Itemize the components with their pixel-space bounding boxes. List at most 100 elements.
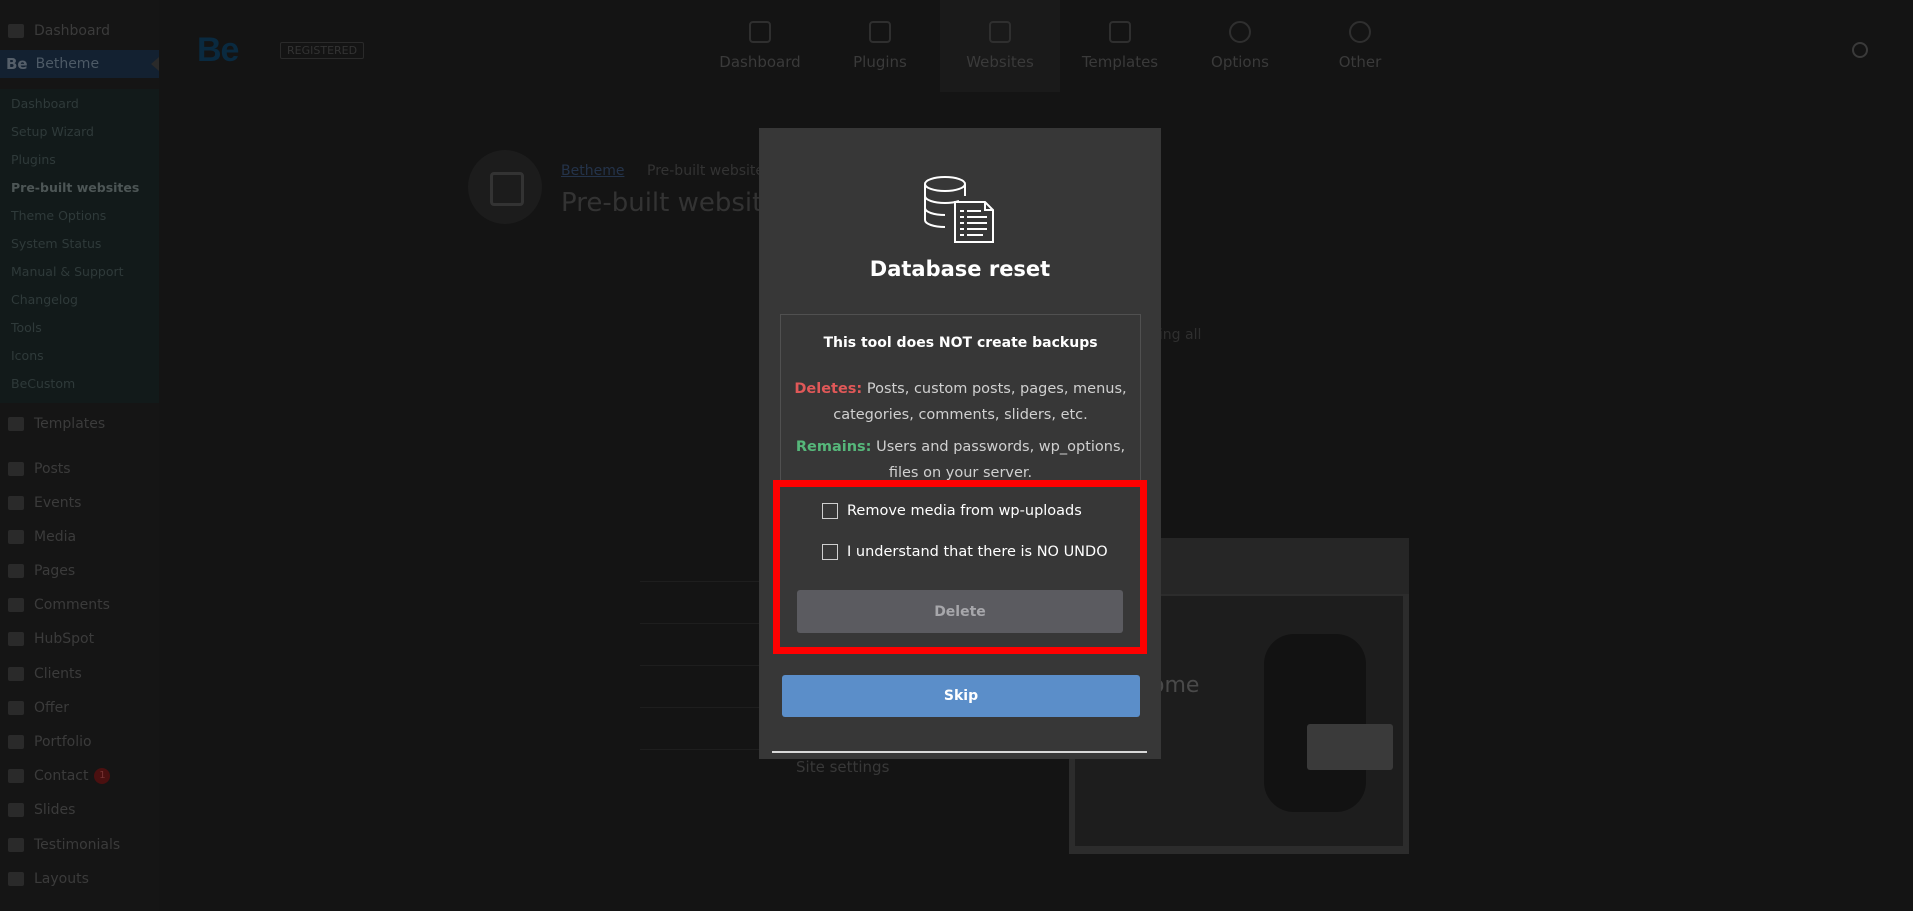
sidebar-item-portfolio[interactable]: Portfolio [0, 728, 159, 756]
sidebar-item-label: Betheme [35, 56, 100, 72]
remains-label: Remains: [795, 439, 872, 455]
sidebar-item-label: Layouts [34, 871, 89, 887]
nav-label: Dashboard [719, 53, 801, 71]
submenu-item-setup-wizard[interactable]: Setup Wizard [11, 124, 94, 139]
submenu-item-icons[interactable]: Icons [11, 348, 44, 363]
sidebar-item-label: Slides [34, 802, 76, 818]
sidebar-item-events[interactable]: Events [0, 489, 159, 517]
nav-label: Templates [1081, 53, 1159, 71]
sidebar-item-label: HubSpot [34, 631, 95, 647]
skip-button[interactable]: Skip [782, 675, 1140, 717]
sidebar-item-label: Media [34, 529, 77, 545]
sidebar-item-clients[interactable]: Clients [0, 660, 159, 688]
user-icon [1349, 21, 1371, 43]
submenu-item-changelog[interactable]: Changelog [11, 292, 78, 307]
sun-icon[interactable] [1852, 42, 1868, 58]
sidebar-item-label: Offer [34, 700, 70, 716]
gear-icon [1229, 21, 1251, 43]
sidebar-item-comments[interactable]: Comments [0, 591, 159, 619]
deletes-text-continued: categories, comments, sliders, etc. [833, 407, 1088, 423]
submenu-item-theme-options[interactable]: Theme Options [11, 208, 106, 223]
no-undo-option[interactable]: I understand that there is NO UNDO [822, 544, 1108, 560]
submenu-item-plugins[interactable]: Plugins [11, 152, 56, 167]
deletes-label: Deletes: [794, 381, 863, 397]
submenu-item-prebuilt-websites[interactable]: Pre-built websites [11, 180, 139, 195]
clients-icon [8, 667, 24, 681]
sidebar-item-pages[interactable]: Pages [0, 557, 159, 585]
no-undo-checkbox[interactable] [822, 544, 838, 560]
websites-icon [989, 21, 1011, 43]
nav-plugins[interactable]: Plugins [820, 0, 940, 92]
betheme-submenu: Dashboard Setup Wizard Plugins Pre-built… [0, 89, 159, 403]
plug-icon [869, 21, 891, 43]
remains-line: Remains: Users and passwords, wp_options… [781, 434, 1140, 460]
preview-device-image [1264, 634, 1366, 812]
no-undo-label[interactable]: I understand that there is NO UNDO [847, 544, 1108, 560]
tag-icon [8, 701, 24, 715]
nav-label: Options [1211, 53, 1269, 71]
notification-badge: 1 [94, 768, 111, 784]
deletes-line: Deletes: Posts, custom posts, pages, men… [781, 376, 1140, 402]
sidebar-item-media[interactable]: Media [0, 523, 159, 551]
breadcrumb-root[interactable]: Betheme [561, 163, 624, 179]
betheme-icon: Be [6, 55, 28, 73]
sidebar-item-templates[interactable]: Templates [0, 410, 159, 438]
sidebar-item-slides[interactable]: Slides [0, 796, 159, 824]
sidebar-item-label: Comments [34, 597, 110, 613]
media-icon [8, 530, 24, 544]
sidebar-item-contact[interactable]: Contact 1 [0, 762, 159, 790]
pages-icon [8, 564, 24, 578]
sidebar-item-posts[interactable]: Posts [0, 455, 159, 483]
dashboard-icon [749, 21, 771, 43]
sidebar-item-label: Portfolio [34, 734, 92, 750]
events-icon [8, 496, 24, 510]
sidebar-item-layouts[interactable]: Layouts [0, 865, 159, 893]
sidebar-item-hubspot[interactable]: HubSpot [0, 625, 159, 653]
websites-page-icon [468, 150, 542, 224]
admin-sidebar: Dashboard Be Betheme Dashboard Setup Wiz… [0, 0, 159, 911]
database-document-icon [924, 176, 994, 243]
sidebar-item-label: Contact [34, 768, 89, 784]
nav-templates[interactable]: Templates [1060, 0, 1180, 92]
nav-options[interactable]: Options [1180, 0, 1300, 92]
sidebar-item-label: Pages [34, 563, 76, 579]
sidebar-item-testimonials[interactable]: Testimonials [0, 831, 159, 859]
sidebar-item-label: Dashboard [34, 23, 110, 39]
submenu-item-manual-support[interactable]: Manual & Support [11, 264, 124, 279]
breadcrumb-current: Pre-built websites [647, 163, 772, 179]
nav-websites[interactable]: Websites [940, 0, 1060, 92]
site-settings-link[interactable]: Site settings [796, 758, 889, 776]
remove-media-checkbox[interactable] [822, 503, 838, 519]
nav-dashboard[interactable]: Dashboard [700, 0, 820, 92]
registered-badge: REGISTERED [280, 42, 365, 59]
sidebar-item-label: Templates [34, 416, 106, 432]
sidebar-item-label: Testimonials [34, 837, 121, 853]
hubspot-icon [8, 632, 24, 646]
nav-label: Other [1338, 53, 1382, 71]
delete-button[interactable]: Delete [797, 590, 1123, 633]
nav-other[interactable]: Other [1300, 0, 1420, 92]
current-menu-arrow [151, 57, 159, 71]
remove-media-option[interactable]: Remove media from wp-uploads [822, 503, 1082, 519]
nav-label: Websites [966, 53, 1034, 71]
submenu-item-dashboard[interactable]: Dashboard [11, 96, 79, 111]
quote-icon [8, 838, 24, 852]
templates-icon [1109, 21, 1131, 43]
sidebar-item-betheme[interactable]: Be Betheme [0, 50, 159, 78]
submenu-item-tools[interactable]: Tools [11, 320, 42, 335]
portfolio-icon [8, 735, 24, 749]
preview-card [1307, 724, 1393, 770]
remove-media-label[interactable]: Remove media from wp-uploads [847, 503, 1082, 519]
submenu-item-becustom[interactable]: BeCustom [11, 376, 75, 391]
submenu-item-system-status[interactable]: System Status [11, 236, 101, 251]
dashboard-icon [8, 24, 24, 38]
comment-icon [8, 598, 24, 612]
page-title: Pre-built websites [561, 188, 792, 218]
sidebar-item-dashboard[interactable]: Dashboard [0, 17, 159, 45]
slides-icon [8, 803, 24, 817]
warning-title: This tool does NOT create backups [823, 335, 1098, 351]
deletes-text: Posts, custom posts, pages, menus, [866, 381, 1127, 397]
sidebar-item-label: Posts [34, 461, 71, 477]
betheme-logo[interactable]: Be [197, 31, 239, 70]
sidebar-item-offer[interactable]: Offer [0, 694, 159, 722]
